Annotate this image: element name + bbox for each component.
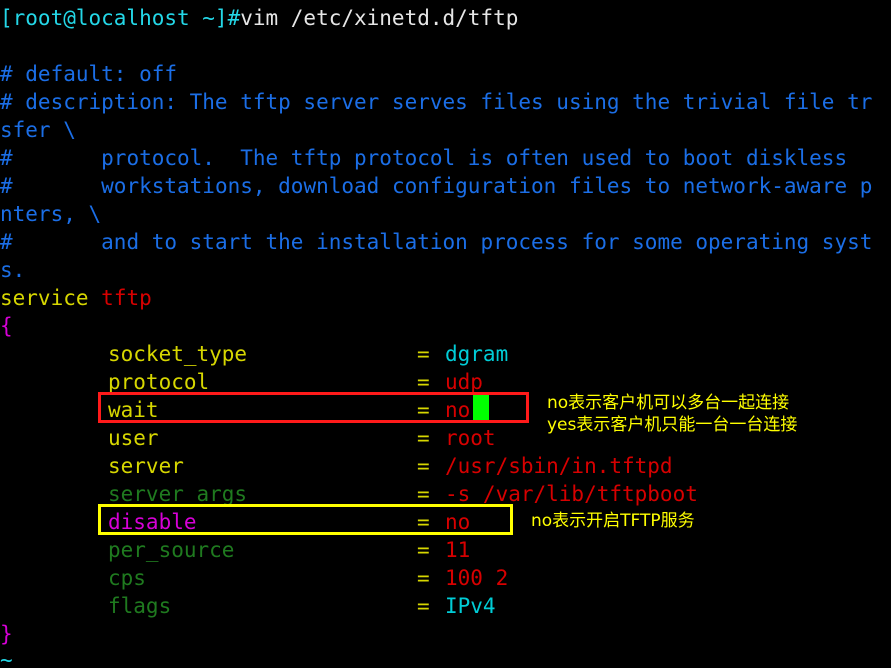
config-eq-wait: = <box>417 398 430 422</box>
config-key-disable: disable <box>108 510 197 534</box>
shell-prompt: [root@localhost ~]# <box>0 6 241 30</box>
config-row-cps[interactable]: cps = 100 2 <box>0 564 508 592</box>
config-key-wait: wait <box>108 398 159 422</box>
file-line-4: # protocol. The tftp protocol is often u… <box>0 146 860 170</box>
config-eq-socket_type: = <box>417 342 430 366</box>
vim-empty-line-marker: ~ <box>0 648 13 668</box>
config-key-cps: cps <box>108 566 146 590</box>
config-eq-per_source: = <box>417 538 430 562</box>
config-row-user[interactable]: user = root <box>0 424 496 452</box>
config-key-per_source: per_source <box>108 538 235 562</box>
annotation-disable: no表示开启TFTP服务 <box>531 511 695 531</box>
config-value-wait: no <box>445 398 471 422</box>
terminal-window: [root@localhost ~]#vim /etc/xinetd.d/tft… <box>0 0 891 668</box>
config-row-server[interactable]: server = /usr/sbin/in.tftpd <box>0 452 673 480</box>
config-eq-server_args: = <box>417 482 430 506</box>
config-eq-flags: = <box>417 594 430 618</box>
config-value-server_args: -s /var/lib/tftpboot <box>445 482 698 506</box>
config-eq-server: = <box>417 454 430 478</box>
annotation-wait-no: no表示客户机可以多台一起连接 <box>547 393 790 413</box>
config-value-server: /usr/sbin/in.tftpd <box>445 454 673 478</box>
config-key-protocol: protocol <box>108 370 210 394</box>
config-row-socket_type[interactable]: socket_type = dgram <box>0 340 508 368</box>
config-value-cps: 100 2 <box>445 566 509 590</box>
config-eq-user: = <box>417 426 430 450</box>
close-brace: } <box>0 622 13 646</box>
file-line-7: # and to start the installation process … <box>0 230 873 254</box>
file-line-3: sfer \ <box>0 118 76 142</box>
file-line-6: nters, \ <box>0 202 102 226</box>
config-row-server_args[interactable]: server_args = -s /var/lib/tftpboot <box>0 480 698 508</box>
config-row-disable[interactable]: disable = no <box>0 508 470 536</box>
config-key-flags: flags <box>108 594 172 618</box>
service-name: tftp <box>101 286 152 310</box>
config-value-protocol: udp <box>445 370 483 394</box>
config-eq-disable: = <box>417 510 430 534</box>
config-row-protocol[interactable]: protocol = udp <box>0 368 483 396</box>
config-eq-protocol: = <box>417 370 430 394</box>
config-row-per_source[interactable]: per_source = 11 <box>0 536 470 564</box>
config-value-disable: no <box>445 510 471 534</box>
service-keyword: service <box>0 286 89 310</box>
annotation-wait-yes: yes表示客户机只能一台一台连接 <box>547 415 798 435</box>
config-value-user: root <box>445 426 496 450</box>
file-line-1: # default: off <box>0 62 178 86</box>
service-declaration-line: service tftp <box>0 284 152 312</box>
config-value-flags: IPv4 <box>445 594 496 618</box>
config-key-socket_type: socket_type <box>108 342 248 366</box>
config-key-user: user <box>108 426 159 450</box>
shell-prompt-line: [root@localhost ~]#vim /etc/xinetd.d/tft… <box>0 4 518 32</box>
open-brace: { <box>0 314 13 338</box>
config-row-wait[interactable]: wait = no <box>0 396 470 424</box>
config-value-socket_type: dgram <box>445 342 509 366</box>
file-line-8: s. <box>0 258 26 282</box>
vim-cursor <box>473 394 489 420</box>
config-row-flags[interactable]: flags = IPv4 <box>0 592 496 620</box>
shell-command: vim /etc/xinetd.d/tftp <box>240 6 519 30</box>
file-line-5: # workstations, download configuration f… <box>0 174 873 198</box>
config-value-per_source: 11 <box>445 538 471 562</box>
config-key-server_args: server_args <box>108 482 248 506</box>
file-line-2: # description: The tftp server serves fi… <box>0 90 873 114</box>
config-eq-cps: = <box>417 566 430 590</box>
config-key-server: server <box>108 454 184 478</box>
